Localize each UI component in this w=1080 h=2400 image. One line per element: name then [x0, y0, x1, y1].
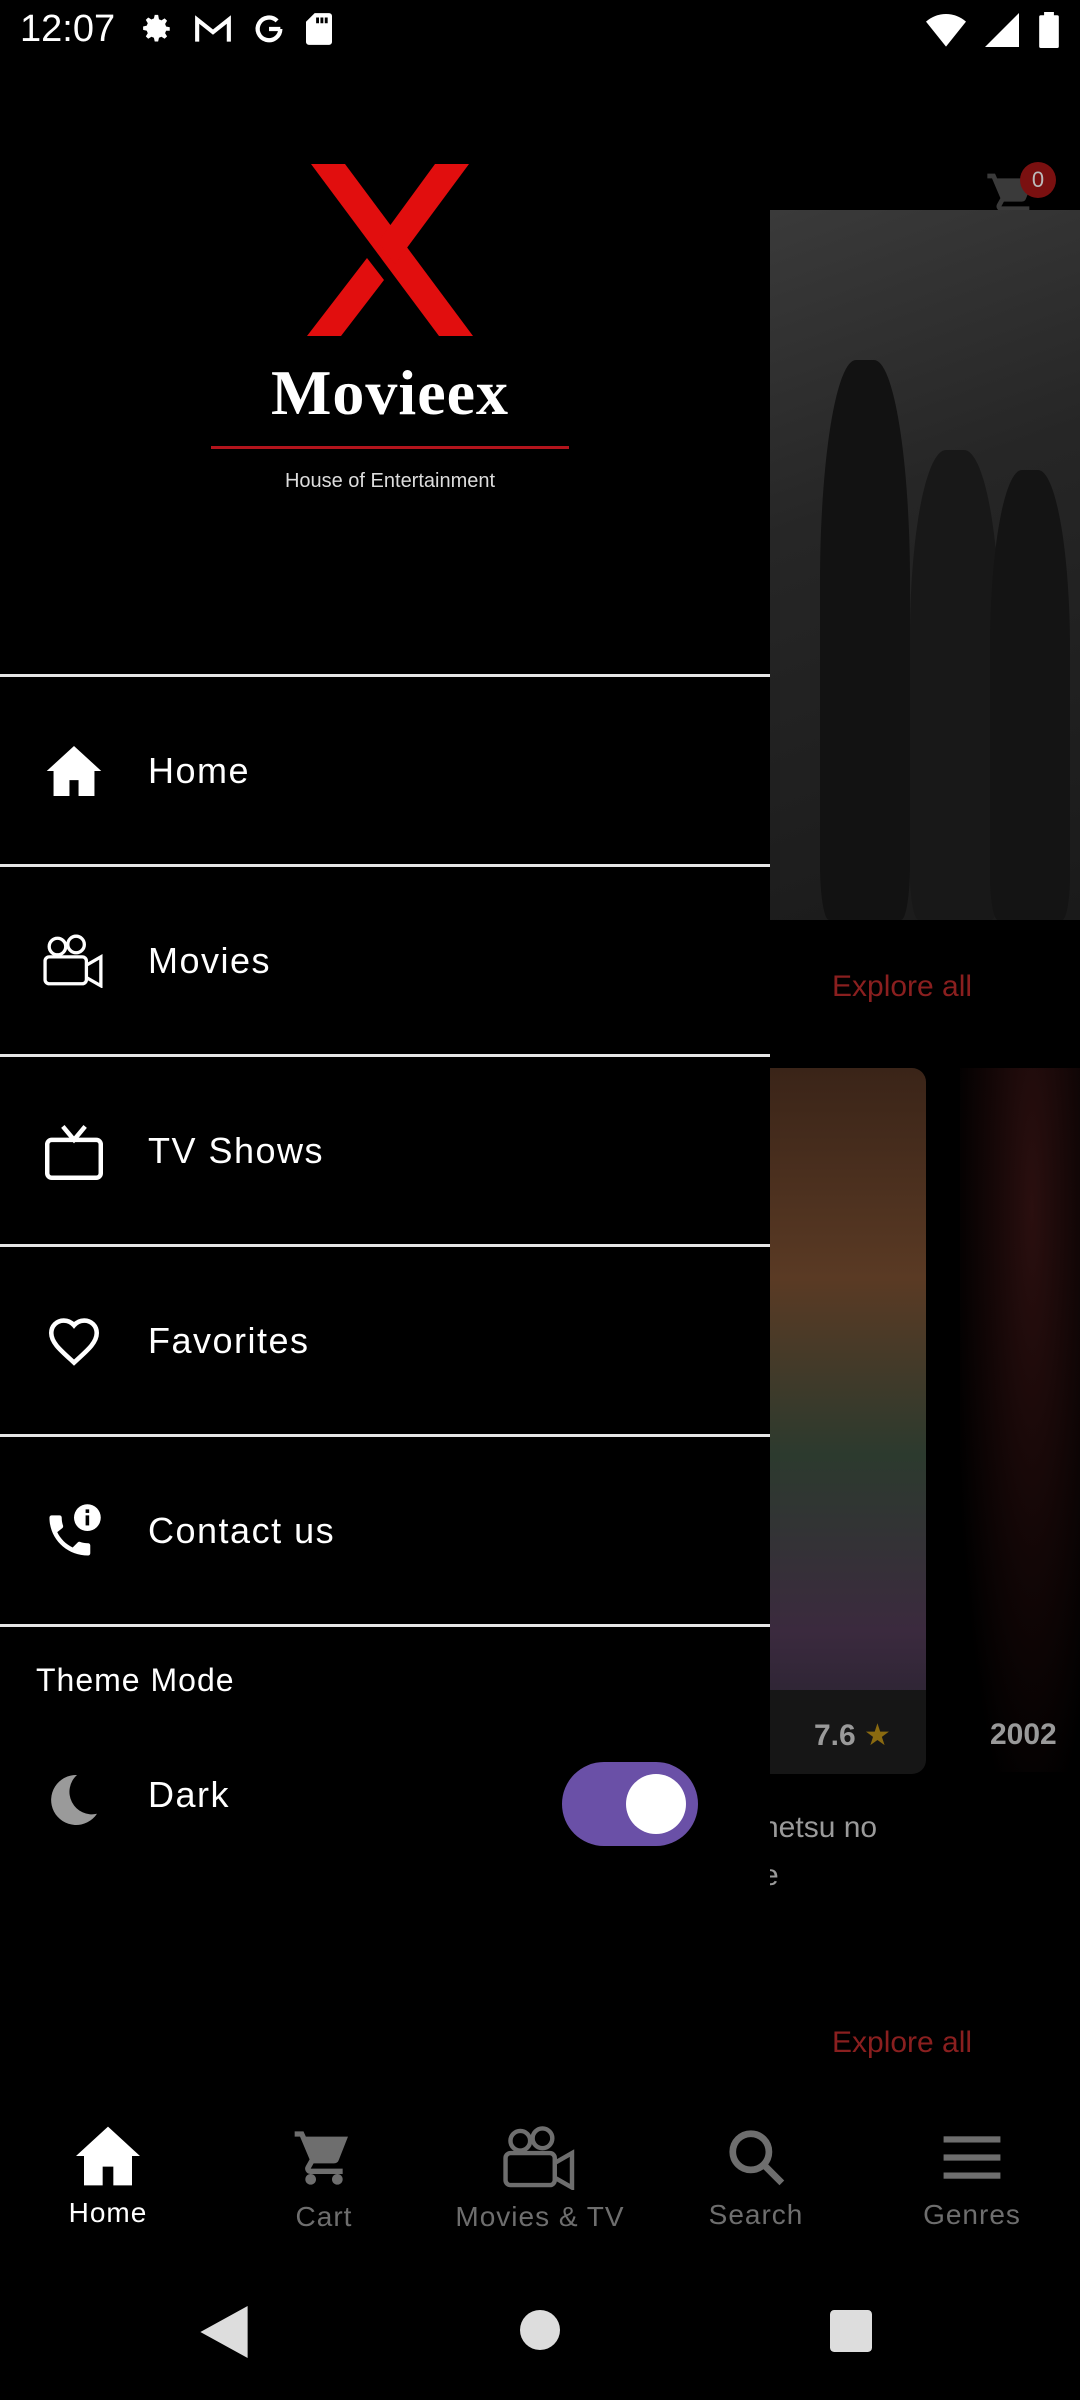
gear-icon — [143, 14, 170, 42]
nav-label: Movies & TV — [455, 2201, 625, 2232]
logo-wordmark: Movieex — [271, 357, 509, 428]
drawer-item-movies[interactable]: Movies — [0, 864, 770, 1054]
status-icons-right — [926, 12, 1060, 48]
status-time: 12:07 — [20, 8, 116, 50]
cart-icon — [294, 2131, 348, 2185]
video-camera-icon — [42, 929, 106, 993]
home-icon — [76, 2126, 140, 2186]
toggle-knob — [626, 1774, 686, 1834]
card-rating: 7.6 ★ — [814, 1719, 891, 1752]
signal-icon — [985, 13, 1019, 47]
nav-tab-movies-tv[interactable]: Movies & TV — [432, 2126, 648, 2233]
drawer-menu: Home Movies TV Shows Favorites Contact u… — [0, 674, 770, 1627]
dark-mode-toggle[interactable] — [562, 1762, 698, 1846]
status-icons-left — [140, 12, 332, 46]
drawer-item-favorites[interactable]: Favorites — [0, 1244, 770, 1434]
nav-tab-genres[interactable]: Genres — [864, 2126, 1080, 2231]
app-logo: Movieex House of Entertainment — [205, 160, 575, 510]
navigation-drawer: Movieex House of Entertainment Home Movi… — [0, 64, 770, 2100]
home-icon — [42, 739, 106, 803]
x-logo-icon — [307, 164, 473, 336]
nav-label: Genres — [923, 2199, 1021, 2230]
gmail-icon — [195, 15, 231, 42]
nav-tab-cart[interactable]: Cart — [216, 2126, 432, 2233]
drawer-item-label: Contact us — [148, 1509, 336, 1551]
theme-mode-title: Theme Mode — [36, 1662, 235, 1698]
theme-mode-row: Dark — [0, 1746, 770, 1856]
drawer-item-home[interactable]: Home — [0, 674, 770, 864]
wifi-icon — [926, 14, 966, 47]
battery-icon — [1039, 12, 1059, 48]
home-circle-icon[interactable] — [520, 2310, 560, 2350]
nav-label: Search — [708, 2199, 804, 2230]
system-navigation-bar — [0, 2260, 1080, 2400]
card-title: netsu no e — [762, 1811, 878, 1892]
drawer-item-label: Home — [148, 749, 251, 791]
movie-card[interactable] — [960, 1068, 1080, 1772]
nav-label: Home — [68, 2197, 148, 2228]
hero-banner[interactable] — [770, 210, 1080, 920]
recents-icon[interactable] — [830, 2310, 872, 2352]
nav-tab-home[interactable]: Home — [0, 2126, 216, 2229]
back-icon[interactable] — [200, 2306, 248, 2358]
menu-icon — [943, 2136, 1001, 2179]
moon-icon — [42, 1770, 106, 1834]
google-icon — [255, 15, 283, 43]
status-bar: 12:07 — [0, 0, 1080, 64]
sd-card-icon — [306, 13, 332, 45]
drawer-item-label: TV Shows — [148, 1129, 325, 1171]
movie-card[interactable] — [770, 1068, 926, 1772]
drawer-item-tv-shows[interactable]: TV Shows — [0, 1054, 770, 1244]
theme-mode-label: Dark — [148, 1774, 231, 1815]
explore-all-link[interactable]: Explore all — [832, 970, 972, 1004]
nav-tab-search[interactable]: Search — [648, 2126, 864, 2231]
logo-divider — [211, 446, 569, 449]
drawer-item-label: Movies — [148, 939, 272, 981]
search-icon — [729, 2130, 785, 2186]
drawer-item-contact-us[interactable]: Contact us — [0, 1434, 770, 1627]
nav-label: Cart — [295, 2201, 353, 2232]
tv-icon — [42, 1119, 106, 1183]
explore-all-link[interactable]: Explore all — [832, 2026, 972, 2060]
heart-icon — [42, 1309, 106, 1373]
bottom-navigation-bar: Home Cart Movies & TV Search Genres — [0, 2100, 1080, 2260]
phone-info-icon — [42, 1499, 106, 1563]
logo-tagline: House of Entertainment — [284, 470, 496, 492]
video-camera-icon — [503, 2126, 575, 2192]
card-year: 2002 — [990, 1718, 1057, 1751]
drawer-item-label: Favorites — [148, 1319, 310, 1361]
cart-badge: 0 — [1020, 162, 1056, 198]
